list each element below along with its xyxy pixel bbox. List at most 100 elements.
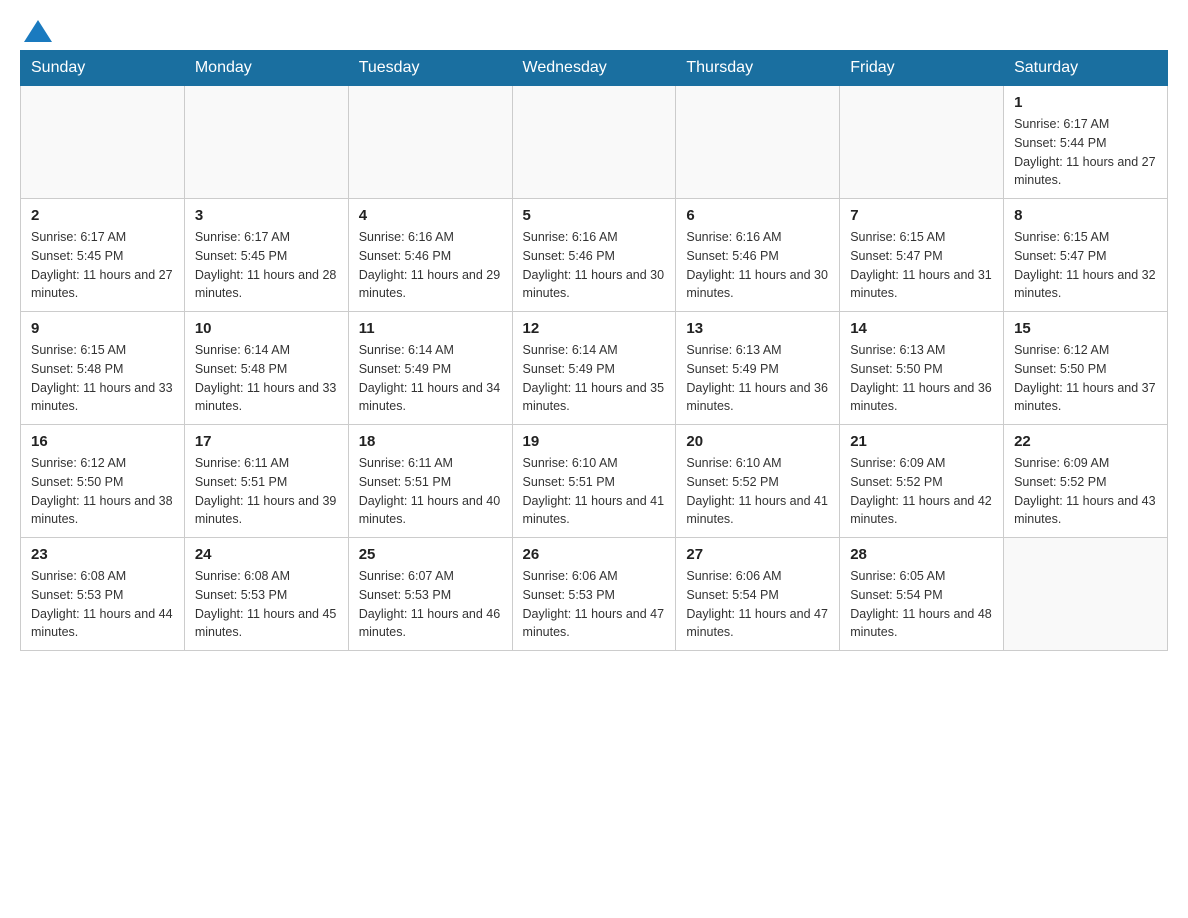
day-info: Sunrise: 6:15 AMSunset: 5:48 PMDaylight:… <box>31 341 174 416</box>
day-info: Sunrise: 6:11 AMSunset: 5:51 PMDaylight:… <box>359 454 502 529</box>
calendar-header-row: SundayMondayTuesdayWednesdayThursdayFrid… <box>21 51 1168 86</box>
calendar-day-cell: 2 Sunrise: 6:17 AMSunset: 5:45 PMDaylight… <box>21 199 185 312</box>
calendar-day-cell <box>512 86 676 199</box>
day-info: Sunrise: 6:06 AMSunset: 5:54 PMDaylight:… <box>686 567 829 642</box>
calendar-day-cell <box>184 86 348 199</box>
day-number: 3 <box>195 207 338 224</box>
day-info: Sunrise: 6:08 AMSunset: 5:53 PMDaylight:… <box>195 567 338 642</box>
calendar-day-cell <box>21 86 185 199</box>
calendar-day-cell: 24 Sunrise: 6:08 AMSunset: 5:53 PMDayligh… <box>184 538 348 651</box>
day-info: Sunrise: 6:07 AMSunset: 5:53 PMDaylight:… <box>359 567 502 642</box>
day-number: 17 <box>195 433 338 450</box>
day-info: Sunrise: 6:09 AMSunset: 5:52 PMDaylight:… <box>1014 454 1157 529</box>
calendar-day-cell: 27 Sunrise: 6:06 AMSunset: 5:54 PMDayligh… <box>676 538 840 651</box>
day-number: 8 <box>1014 207 1157 224</box>
day-number: 6 <box>686 207 829 224</box>
calendar-week-row: 2 Sunrise: 6:17 AMSunset: 5:45 PMDaylight… <box>21 199 1168 312</box>
calendar-day-cell: 6 Sunrise: 6:16 AMSunset: 5:46 PMDaylight… <box>676 199 840 312</box>
calendar-day-cell: 9 Sunrise: 6:15 AMSunset: 5:48 PMDaylight… <box>21 312 185 425</box>
page-header <box>20 20 1168 40</box>
day-info: Sunrise: 6:12 AMSunset: 5:50 PMDaylight:… <box>31 454 174 529</box>
calendar-day-header: Wednesday <box>512 51 676 86</box>
day-info: Sunrise: 6:16 AMSunset: 5:46 PMDaylight:… <box>359 228 502 303</box>
day-info: Sunrise: 6:10 AMSunset: 5:51 PMDaylight:… <box>523 454 666 529</box>
day-info: Sunrise: 6:15 AMSunset: 5:47 PMDaylight:… <box>850 228 993 303</box>
day-info: Sunrise: 6:17 AMSunset: 5:45 PMDaylight:… <box>31 228 174 303</box>
calendar-day-cell <box>348 86 512 199</box>
day-number: 11 <box>359 320 502 337</box>
day-number: 24 <box>195 546 338 563</box>
day-info: Sunrise: 6:15 AMSunset: 5:47 PMDaylight:… <box>1014 228 1157 303</box>
calendar-day-cell: 23 Sunrise: 6:08 AMSunset: 5:53 PMDayligh… <box>21 538 185 651</box>
day-info: Sunrise: 6:12 AMSunset: 5:50 PMDaylight:… <box>1014 341 1157 416</box>
day-number: 20 <box>686 433 829 450</box>
calendar-week-row: 16 Sunrise: 6:12 AMSunset: 5:50 PMDayligh… <box>21 425 1168 538</box>
calendar-day-header: Monday <box>184 51 348 86</box>
calendar-day-cell: 10Sunrise: 6:14 AMSunset: 5:48 PMDayligh… <box>184 312 348 425</box>
calendar-day-cell: 25 Sunrise: 6:07 AMSunset: 5:53 PMDayligh… <box>348 538 512 651</box>
logo <box>20 20 52 40</box>
day-number: 13 <box>686 320 829 337</box>
calendar-day-cell: 26 Sunrise: 6:06 AMSunset: 5:53 PMDayligh… <box>512 538 676 651</box>
day-number: 25 <box>359 546 502 563</box>
calendar-day-header: Tuesday <box>348 51 512 86</box>
calendar-day-cell: 28Sunrise: 6:05 AMSunset: 5:54 PMDayligh… <box>840 538 1004 651</box>
day-number: 15 <box>1014 320 1157 337</box>
day-number: 18 <box>359 433 502 450</box>
calendar-day-cell: 11 Sunrise: 6:14 AMSunset: 5:49 PMDayligh… <box>348 312 512 425</box>
day-info: Sunrise: 6:16 AMSunset: 5:46 PMDaylight:… <box>523 228 666 303</box>
day-number: 26 <box>523 546 666 563</box>
calendar-day-cell <box>840 86 1004 199</box>
calendar-day-header: Friday <box>840 51 1004 86</box>
calendar-day-cell: 4 Sunrise: 6:16 AMSunset: 5:46 PMDaylight… <box>348 199 512 312</box>
calendar-day-cell: 1 Sunrise: 6:17 AMSunset: 5:44 PMDaylight… <box>1004 86 1168 199</box>
calendar-day-cell <box>1004 538 1168 651</box>
calendar-day-cell: 16 Sunrise: 6:12 AMSunset: 5:50 PMDayligh… <box>21 425 185 538</box>
day-number: 10 <box>195 320 338 337</box>
calendar-day-cell: 17 Sunrise: 6:11 AMSunset: 5:51 PMDayligh… <box>184 425 348 538</box>
day-info: Sunrise: 6:10 AMSunset: 5:52 PMDaylight:… <box>686 454 829 529</box>
calendar-week-row: 9 Sunrise: 6:15 AMSunset: 5:48 PMDaylight… <box>21 312 1168 425</box>
calendar-week-row: 23 Sunrise: 6:08 AMSunset: 5:53 PMDayligh… <box>21 538 1168 651</box>
calendar-day-cell: 15 Sunrise: 6:12 AMSunset: 5:50 PMDayligh… <box>1004 312 1168 425</box>
day-number: 19 <box>523 433 666 450</box>
day-info: Sunrise: 6:14 AMSunset: 5:49 PMDaylight:… <box>359 341 502 416</box>
day-info: Sunrise: 6:08 AMSunset: 5:53 PMDaylight:… <box>31 567 174 642</box>
logo-triangle-icon <box>24 20 52 42</box>
calendar-day-cell: 8 Sunrise: 6:15 AMSunset: 5:47 PMDaylight… <box>1004 199 1168 312</box>
calendar-day-cell: 5 Sunrise: 6:16 AMSunset: 5:46 PMDaylight… <box>512 199 676 312</box>
day-number: 2 <box>31 207 174 224</box>
calendar-day-header: Thursday <box>676 51 840 86</box>
calendar-day-cell: 22 Sunrise: 6:09 AMSunset: 5:52 PMDayligh… <box>1004 425 1168 538</box>
day-info: Sunrise: 6:06 AMSunset: 5:53 PMDaylight:… <box>523 567 666 642</box>
day-number: 5 <box>523 207 666 224</box>
day-info: Sunrise: 6:17 AMSunset: 5:45 PMDaylight:… <box>195 228 338 303</box>
calendar-day-cell: 3 Sunrise: 6:17 AMSunset: 5:45 PMDaylight… <box>184 199 348 312</box>
day-number: 16 <box>31 433 174 450</box>
day-number: 28 <box>850 546 993 563</box>
day-number: 27 <box>686 546 829 563</box>
calendar-day-cell: 7 Sunrise: 6:15 AMSunset: 5:47 PMDaylight… <box>840 199 1004 312</box>
day-info: Sunrise: 6:13 AMSunset: 5:49 PMDaylight:… <box>686 341 829 416</box>
day-number: 9 <box>31 320 174 337</box>
day-number: 7 <box>850 207 993 224</box>
calendar-day-header: Sunday <box>21 51 185 86</box>
calendar-day-cell: 21Sunrise: 6:09 AMSunset: 5:52 PMDayligh… <box>840 425 1004 538</box>
day-info: Sunrise: 6:13 AMSunset: 5:50 PMDaylight:… <box>850 341 993 416</box>
day-number: 22 <box>1014 433 1157 450</box>
calendar-day-cell: 19 Sunrise: 6:10 AMSunset: 5:51 PMDayligh… <box>512 425 676 538</box>
day-number: 4 <box>359 207 502 224</box>
day-info: Sunrise: 6:14 AMSunset: 5:49 PMDaylight:… <box>523 341 666 416</box>
day-info: Sunrise: 6:17 AMSunset: 5:44 PMDaylight:… <box>1014 115 1157 190</box>
calendar-day-cell: 13 Sunrise: 6:13 AMSunset: 5:49 PMDayligh… <box>676 312 840 425</box>
day-info: Sunrise: 6:09 AMSunset: 5:52 PMDaylight:… <box>850 454 993 529</box>
calendar-day-cell: 14Sunrise: 6:13 AMSunset: 5:50 PMDayligh… <box>840 312 1004 425</box>
day-number: 23 <box>31 546 174 563</box>
calendar-day-cell <box>676 86 840 199</box>
day-number: 12 <box>523 320 666 337</box>
calendar-day-cell: 20 Sunrise: 6:10 AMSunset: 5:52 PMDayligh… <box>676 425 840 538</box>
day-info: Sunrise: 6:16 AMSunset: 5:46 PMDaylight:… <box>686 228 829 303</box>
calendar-day-header: Saturday <box>1004 51 1168 86</box>
day-info: Sunrise: 6:11 AMSunset: 5:51 PMDaylight:… <box>195 454 338 529</box>
day-number: 1 <box>1014 94 1157 111</box>
